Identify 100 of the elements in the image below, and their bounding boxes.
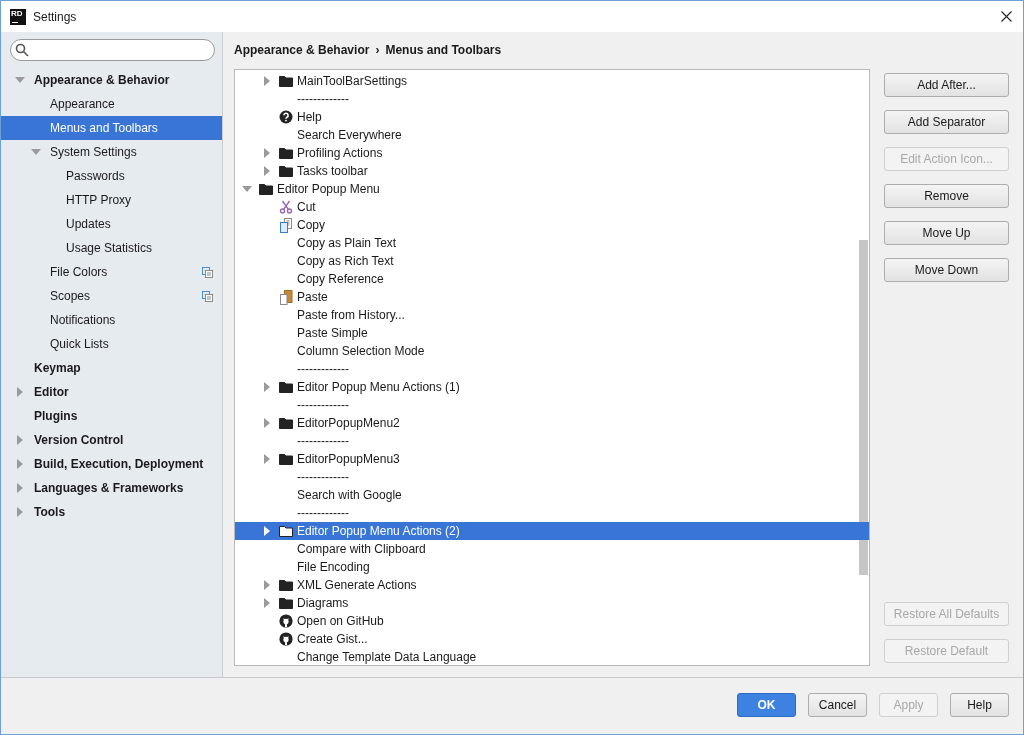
tree-row[interactable]: Change Template Data Language	[235, 648, 869, 665]
sidebar-item[interactable]: Usage Statistics	[1, 236, 222, 260]
action-label: EditorPopupMenu3	[297, 452, 400, 466]
paste-icon	[279, 289, 293, 305]
sidebar-label: System Settings	[50, 145, 137, 159]
tree-row[interactable]: File Encoding	[235, 558, 869, 576]
folder-icon	[279, 579, 293, 591]
folder-icon	[279, 417, 293, 429]
tree-row[interactable]: EditorPopupMenu2	[235, 414, 869, 432]
action-label: Profiling Actions	[297, 146, 383, 160]
cat-logo-icon	[279, 632, 293, 646]
tree-row[interactable]: Tasks toolbar	[235, 162, 869, 180]
action-label: Copy as Plain Text	[297, 236, 397, 250]
cat-logo-icon	[279, 614, 293, 628]
sidebar-item[interactable]: Scopes	[1, 284, 222, 308]
action-label: Copy as Rich Text	[297, 254, 394, 268]
window-title: Settings	[33, 9, 77, 24]
tree-row[interactable]: EditorPopupMenu3	[235, 450, 869, 468]
action-label: Paste Simple	[297, 326, 368, 340]
tree-row[interactable]: Search Everywhere	[235, 126, 869, 144]
sidebar-item[interactable]: Notifications	[1, 308, 222, 332]
action-label: Compare with Clipboard	[297, 542, 426, 556]
sidebar-item[interactable]: Appearance & Behavior	[1, 68, 222, 92]
tree-row[interactable]: -------------	[235, 468, 869, 486]
action-button[interactable]: Move Up	[884, 221, 1009, 245]
tree-row[interactable]: Column Selection Mode	[235, 342, 869, 360]
sidebar-item[interactable]: Plugins	[1, 404, 222, 428]
sidebar-label: Scopes	[50, 289, 91, 303]
tree-row[interactable]: Cut	[235, 198, 869, 216]
tree-row[interactable]: Paste	[235, 288, 869, 306]
tree-row[interactable]: Compare with Clipboard	[235, 540, 869, 558]
close-icon[interactable]	[1001, 11, 1012, 22]
tree-row[interactable]: Copy Reference	[235, 270, 869, 288]
action-button[interactable]: Move Down	[884, 258, 1009, 282]
action-label: Copy	[297, 218, 325, 232]
action-label: Copy Reference	[297, 272, 384, 286]
breadcrumb-item: Appearance & Behavior	[234, 43, 370, 57]
tree-row[interactable]: Copy as Plain Text	[235, 234, 869, 252]
tree-row[interactable]: -------------	[235, 396, 869, 414]
tree-row[interactable]: -------------	[235, 504, 869, 522]
app-logo: RD	[10, 8, 26, 25]
search-field[interactable]	[10, 39, 215, 61]
sidebar-item[interactable]: Build, Execution, Deployment	[1, 452, 222, 476]
sidebar-item[interactable]: Passwords	[1, 164, 222, 188]
sidebar-item[interactable]: Version Control	[1, 428, 222, 452]
action-label: Create Gist...	[297, 632, 368, 646]
action-label: Diagrams	[297, 596, 349, 610]
dialog-button[interactable]: Help	[950, 693, 1009, 717]
action-button[interactable]: Remove	[884, 184, 1009, 208]
tree-row[interactable]: MainToolBarSettings	[235, 72, 869, 90]
action-button[interactable]: Add After...	[884, 73, 1009, 97]
folder-icon	[279, 453, 293, 465]
sidebar-item[interactable]: Editor	[1, 380, 222, 404]
sidebar-item[interactable]: HTTP Proxy	[1, 188, 222, 212]
tree-row[interactable]: Profiling Actions	[235, 144, 869, 162]
tree-row[interactable]: Editor Popup Menu	[235, 180, 869, 198]
tree-row[interactable]: Editor Popup Menu Actions (2)	[235, 522, 869, 540]
tree-row[interactable]: Copy	[235, 216, 869, 234]
sidebar-item[interactable]: Quick Lists	[1, 332, 222, 356]
tree-row[interactable]: Copy as Rich Text	[235, 252, 869, 270]
sidebar-item[interactable]: Languages & Frameworks	[1, 476, 222, 500]
sidebar-label: Menus and Toolbars	[50, 121, 158, 135]
tree-row[interactable]: Create Gist...	[235, 630, 869, 648]
sidebar-item[interactable]: Menus and Toolbars	[1, 116, 222, 140]
action-label: EditorPopupMenu2	[297, 416, 400, 430]
help-icon	[279, 110, 293, 124]
tree-row[interactable]: -------------	[235, 90, 869, 108]
sidebar-item[interactable]: Tools	[1, 500, 222, 524]
action-label: Search Everywhere	[297, 128, 402, 142]
sidebar-item[interactable]: File Colors	[1, 260, 222, 284]
scrollbar-thumb[interactable]	[859, 240, 868, 575]
sidebar-label: Notifications	[50, 313, 116, 327]
tree-row[interactable]: Search with Google	[235, 486, 869, 504]
tree-row[interactable]: Paste Simple	[235, 324, 869, 342]
tree-row[interactable]: -------------	[235, 360, 869, 378]
sidebar-label: Build, Execution, Deployment	[34, 457, 204, 471]
tree-row[interactable]: Open on GitHub	[235, 612, 869, 630]
tree-row[interactable]: Paste from History...	[235, 306, 869, 324]
tree-row[interactable]: -------------	[235, 432, 869, 450]
sidebar-item[interactable]: System Settings	[1, 140, 222, 164]
copy-icon	[279, 217, 293, 233]
dialog-button[interactable]: OK	[737, 693, 796, 717]
action-label: -------------	[297, 92, 349, 106]
tree-row[interactable]: Diagrams	[235, 594, 869, 612]
tree-row[interactable]: XML Generate Actions	[235, 576, 869, 594]
dialog-button[interactable]: Cancel	[808, 693, 867, 717]
sidebar-label: Editor	[34, 385, 69, 399]
sidebar-label: Usage Statistics	[66, 241, 153, 255]
sidebar-item[interactable]: Keymap	[1, 356, 222, 380]
action-button[interactable]: Add Separator	[884, 110, 1009, 134]
action-label: -------------	[297, 362, 349, 376]
action-label: XML Generate Actions	[297, 578, 417, 592]
sidebar-item[interactable]: Appearance	[1, 92, 222, 116]
tree-row[interactable]: Help	[235, 108, 869, 126]
folder-icon	[279, 381, 293, 393]
search-icon	[15, 43, 29, 57]
sidebar-label: Version Control	[34, 433, 124, 447]
sidebar-item[interactable]: Updates	[1, 212, 222, 236]
tree-row[interactable]: Editor Popup Menu Actions (1)	[235, 378, 869, 396]
folder-icon	[279, 147, 293, 159]
